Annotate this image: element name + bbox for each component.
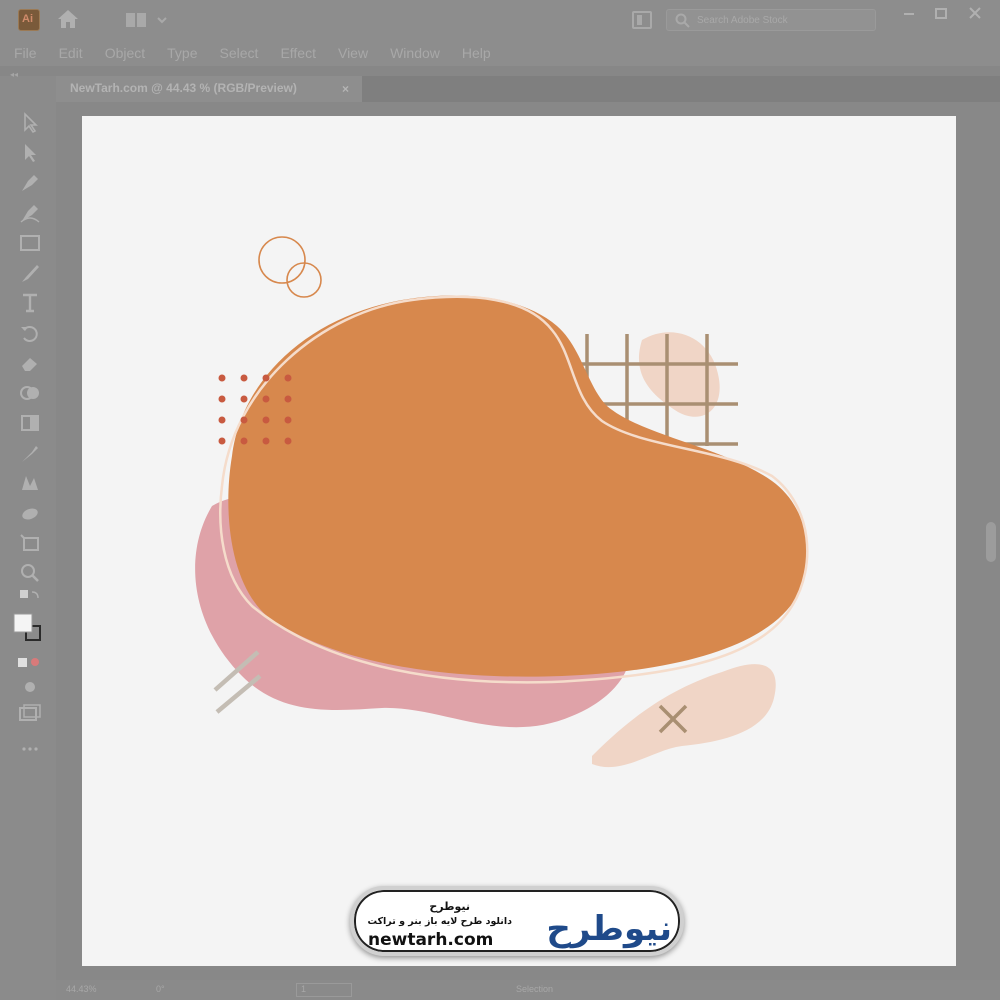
menu-object[interactable]: Object	[105, 45, 145, 61]
draw-mode-icon[interactable]	[18, 652, 42, 674]
menu-effect[interactable]: Effect	[280, 45, 316, 61]
maximize-icon[interactable]	[930, 6, 952, 22]
document-tab[interactable]: NewTarh.com @ 44.43 % (RGB/Preview) ×	[56, 76, 362, 102]
shape-builder-icon[interactable]	[18, 382, 42, 404]
menu-help[interactable]: Help	[462, 45, 491, 61]
canvas-area[interactable]: نیوطرح دانلود طرح لایه باز بنر و تراکت n…	[56, 102, 1000, 980]
document-tab-bar: NewTarh.com @ 44.43 % (RGB/Preview) ×	[56, 76, 1000, 102]
watermark-badge: نیوطرح دانلود طرح لایه باز بنر و تراکت n…	[350, 886, 684, 956]
artwork[interactable]	[82, 116, 956, 966]
menu-type[interactable]: Type	[167, 45, 197, 61]
type-icon[interactable]	[18, 292, 42, 314]
home-icon[interactable]	[56, 8, 80, 30]
menu-window[interactable]: Window	[390, 45, 440, 61]
workspace-switcher-icon[interactable]	[124, 10, 172, 30]
menu-file[interactable]: File	[14, 45, 37, 61]
swap-colors-icon[interactable]	[18, 588, 42, 610]
illustrator-window: Ai File Edit Object Type Select Effect V…	[0, 0, 1000, 1000]
minimize-icon[interactable]	[898, 6, 920, 22]
menu-bar: File Edit Object Type Select Effect View…	[0, 40, 1000, 66]
menu-view[interactable]: View	[338, 45, 368, 61]
selection-icon[interactable]	[18, 142, 42, 164]
app-logo-text: Ai	[22, 13, 33, 25]
paintbrush-icon[interactable]	[18, 262, 42, 284]
pen-icon[interactable]	[18, 172, 42, 194]
current-tool-status: Selection	[516, 984, 554, 994]
title-bar: Ai	[0, 0, 1000, 40]
status-bar: 44.43% 0° 1 Selection	[56, 980, 1000, 1000]
watermark-logo: نیوطرح	[546, 909, 672, 949]
zoom-icon[interactable]	[18, 562, 42, 584]
direct-selection-icon[interactable]	[18, 112, 42, 134]
tools-panel	[0, 102, 56, 980]
rotate-icon[interactable]	[18, 322, 42, 344]
menu-select[interactable]: Select	[220, 45, 259, 61]
screen-mode-icon[interactable]	[18, 676, 42, 698]
gradient-icon[interactable]	[18, 412, 42, 434]
search-stock-box[interactable]	[666, 9, 876, 31]
control-strip	[0, 66, 1000, 76]
watermark-subtitle: دانلود طرح لایه باز بنر و تراکت	[367, 916, 512, 927]
artboard-icon[interactable]	[18, 532, 42, 554]
eyedropper-icon[interactable]	[18, 442, 42, 464]
rectangle-icon[interactable]	[18, 232, 42, 254]
arrange-documents-icon[interactable]	[632, 11, 652, 29]
collapse-panel-icon[interactable]: ◂◂	[10, 70, 18, 79]
zoom-level[interactable]: 44.43%	[66, 984, 97, 994]
document-tab-title: NewTarh.com @ 44.43 % (RGB/Preview)	[70, 81, 297, 95]
eraser-icon[interactable]	[18, 352, 42, 374]
watermark-url: newtarh.com	[368, 930, 493, 950]
artboard-number[interactable]: 1	[296, 983, 352, 997]
artboard-arrange-icon[interactable]	[18, 702, 42, 724]
symbol-sprayer-icon[interactable]	[18, 502, 42, 524]
search-input[interactable]	[697, 13, 867, 27]
menu-edit[interactable]: Edit	[59, 45, 83, 61]
orange-blob	[228, 295, 808, 677]
close-tab-icon[interactable]: ×	[342, 82, 349, 96]
blend-icon[interactable]	[18, 472, 42, 494]
edit-toolbar-icon[interactable]	[18, 738, 42, 760]
app-logo: Ai	[18, 9, 40, 31]
circle-large	[258, 236, 306, 284]
rotation-angle[interactable]: 0°	[156, 984, 165, 994]
fill-stroke-icon[interactable]	[13, 612, 42, 646]
curvature-icon[interactable]	[18, 202, 42, 224]
vertical-scrollbar[interactable]	[986, 522, 996, 562]
close-window-icon[interactable]	[964, 6, 986, 22]
watermark-title: نیوطرح	[429, 900, 470, 913]
search-icon	[675, 13, 690, 28]
artboard[interactable]: نیوطرح دانلود طرح لایه باز بنر و تراکت n…	[82, 116, 956, 966]
